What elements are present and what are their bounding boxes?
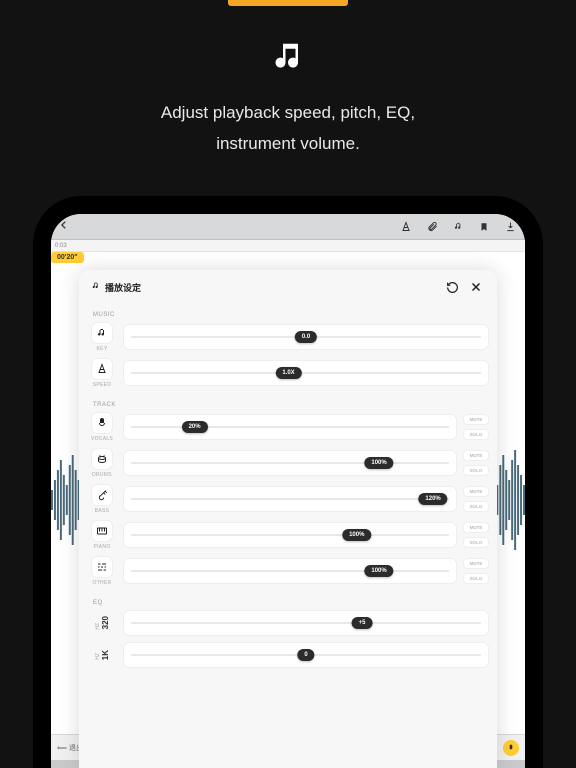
app-toolbar	[51, 214, 525, 240]
music-note-icon	[91, 281, 101, 293]
speed-label: SPEED	[93, 382, 111, 388]
drums-mute[interactable]: MUTE	[463, 450, 489, 461]
speed-slider[interactable]: 1.0X	[123, 360, 489, 386]
close-button[interactable]	[467, 278, 485, 296]
panel-header: 播放设定	[79, 270, 497, 304]
piano-label: PIANO	[93, 544, 110, 550]
piano-slider[interactable]: 100%	[123, 522, 457, 548]
reset-button[interactable]	[443, 278, 461, 296]
panel-title: 播放设定	[105, 281, 141, 294]
eq-hz-label: HZ	[95, 653, 101, 660]
vocals-mute[interactable]: MUTE	[463, 414, 489, 425]
row-eq-320: HZ 320 +5	[87, 610, 489, 636]
other-solo[interactable]: SOLO	[463, 573, 489, 584]
record-fab[interactable]	[503, 740, 519, 756]
drums-slider[interactable]: 100%	[123, 450, 457, 476]
piano-icon	[91, 520, 113, 542]
bass-solo[interactable]: SOLO	[463, 501, 489, 512]
other-mute[interactable]: MUTE	[463, 558, 489, 569]
drums-solo[interactable]: SOLO	[463, 465, 489, 476]
hero-text-line2: instrument volume.	[40, 129, 536, 160]
app-screen: 0:03 00'20" ⟸ 退出 00:03 04:14	[51, 214, 525, 768]
drums-icon	[91, 448, 113, 470]
bass-value[interactable]: 120%	[418, 493, 447, 505]
speed-value[interactable]: 1.0X	[275, 367, 301, 379]
key-slider[interactable]: 0.0	[123, 324, 489, 350]
vocals-solo[interactable]: SOLO	[463, 429, 489, 440]
row-piano: PIANO 100% MUTE SOLO	[87, 520, 489, 550]
eq-320-slider[interactable]: +5	[123, 610, 489, 636]
device-frame: 0:03 00'20" ⟸ 退出 00:03 04:14	[33, 196, 543, 768]
piano-solo[interactable]: SOLO	[463, 537, 489, 548]
section-music: MUSIC	[87, 304, 489, 322]
playback-settings-panel: 播放设定 MUSIC KEY 0.0	[79, 270, 497, 768]
piano-mute[interactable]: MUTE	[463, 522, 489, 533]
attachment-icon[interactable]	[425, 220, 439, 234]
row-key: KEY 0.0	[87, 322, 489, 352]
drums-label: DRUMS	[92, 472, 112, 478]
download-icon[interactable]	[503, 220, 517, 234]
time-marker[interactable]: 00'20"	[51, 252, 84, 263]
timeline-ruler: 0:03	[51, 240, 525, 252]
eq-freq-1K: 1K	[102, 650, 110, 660]
eq-1K-slider[interactable]: 0	[123, 642, 489, 668]
bass-label: BASS	[95, 508, 110, 514]
eq-320-value[interactable]: +5	[352, 617, 373, 629]
eq-1K-value[interactable]: 0	[297, 649, 314, 661]
back-button[interactable]	[59, 220, 69, 233]
bass-slider[interactable]: 120%	[123, 486, 457, 512]
row-speed: SPEED 1.0X	[87, 358, 489, 388]
music-icon[interactable]	[451, 220, 465, 234]
hero: Adjust playback speed, pitch, EQ, instru…	[0, 6, 576, 177]
metronome-icon[interactable]	[399, 220, 413, 234]
speed-icon	[91, 358, 113, 380]
vocals-value[interactable]: 20%	[182, 421, 208, 433]
vocals-slider[interactable]: 20%	[123, 414, 457, 440]
section-track: TRACK	[87, 394, 489, 412]
hero-text-line1: Adjust playback speed, pitch, EQ,	[40, 98, 536, 129]
bass-icon	[91, 484, 113, 506]
row-other: OTHER 100% MUTE SOLO	[87, 556, 489, 586]
key-value[interactable]: 0.0	[295, 331, 317, 343]
section-eq: EQ	[87, 592, 489, 610]
vocals-icon	[91, 412, 113, 434]
row-drums: DRUMS 100% MUTE SOLO	[87, 448, 489, 478]
row-eq-1K: HZ 1K 0	[87, 642, 489, 668]
bass-mute[interactable]: MUTE	[463, 486, 489, 497]
row-bass: BASS 120% MUTE SOLO	[87, 484, 489, 514]
vocals-label: VOCALS	[91, 436, 113, 442]
key-icon	[91, 322, 113, 344]
other-icon	[91, 556, 113, 578]
other-value[interactable]: 100%	[364, 565, 393, 577]
eq-freq-320: 320	[102, 616, 110, 629]
row-vocals: VOCALS 20% MUTE SOLO	[87, 412, 489, 442]
drums-value[interactable]: 100%	[364, 457, 393, 469]
music-note-icon	[273, 40, 303, 70]
other-label: OTHER	[93, 580, 112, 586]
other-slider[interactable]: 100%	[123, 558, 457, 584]
eq-hz-label: HZ	[95, 623, 101, 630]
bookmark-icon[interactable]	[477, 220, 491, 234]
key-label: KEY	[97, 346, 108, 352]
piano-value[interactable]: 100%	[342, 529, 371, 541]
